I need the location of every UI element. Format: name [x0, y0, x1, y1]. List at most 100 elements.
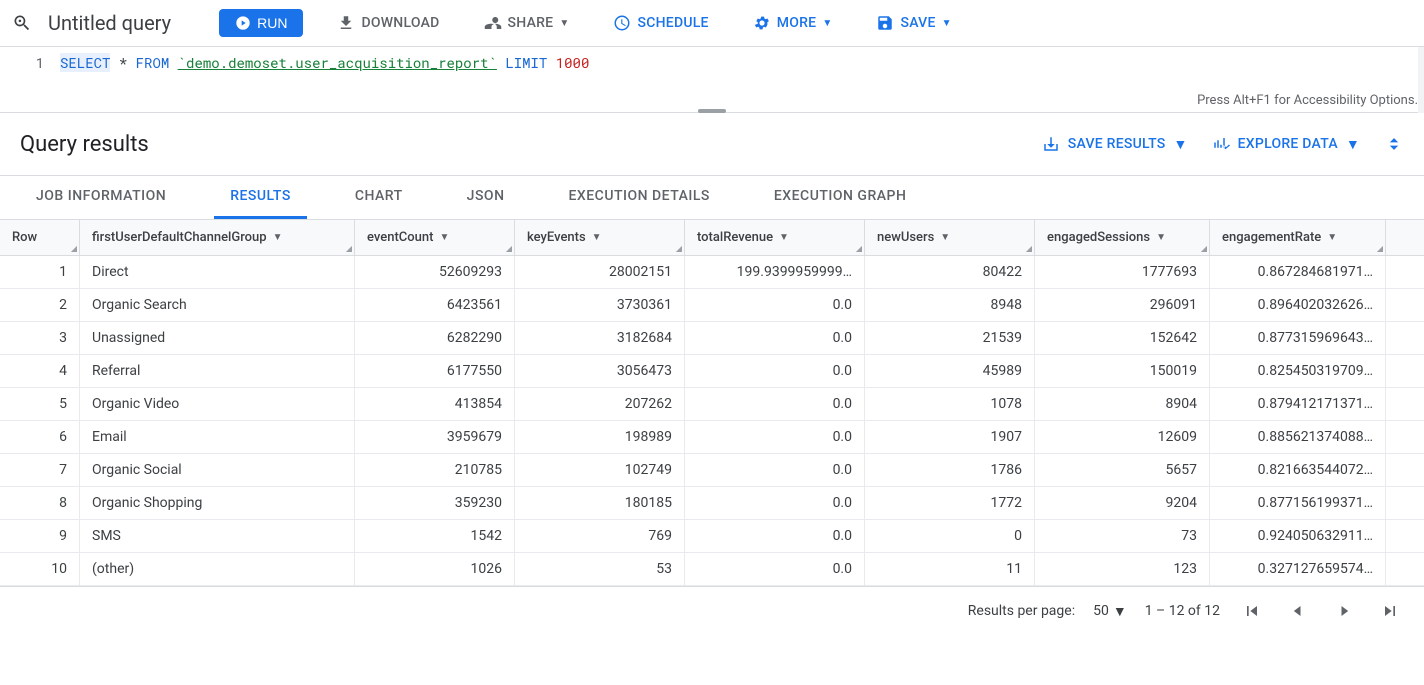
sort-icon: ▼ — [273, 232, 283, 243]
sql-num: 1000 — [556, 53, 590, 72]
cell-eventcount: 1026 — [355, 553, 515, 585]
col-engagedsessions[interactable]: engagedSessions▼◢ — [1035, 220, 1210, 255]
per-page-select[interactable]: 50 ▼ — [1093, 603, 1127, 620]
accessibility-hint: Press Alt+F1 for Accessibility Options. — [1197, 93, 1418, 108]
col-newusers[interactable]: newUsers▼◢ — [865, 220, 1035, 255]
cell-engagedsessions: 12609 — [1035, 421, 1210, 453]
col-row[interactable]: Row◢ — [0, 220, 80, 255]
sort-icon: ▼ — [779, 232, 789, 243]
table-row[interactable]: 1Direct5260929328002151199.9399959999…80… — [0, 256, 1424, 289]
save-results-button[interactable]: SAVE RESULTS ▼ — [1030, 129, 1200, 159]
cell-row: 1 — [0, 256, 80, 288]
table-row[interactable]: 9SMS15427690.00730.924050632911… — [0, 520, 1424, 553]
caret-down-icon: ▼ — [1346, 136, 1360, 153]
table-row[interactable]: 5Organic Video4138542072620.0107889040.8… — [0, 388, 1424, 421]
schedule-label: SCHEDULE — [637, 15, 708, 31]
cell-newusers: 1786 — [865, 454, 1035, 486]
cell-engagedsessions: 8904 — [1035, 388, 1210, 420]
per-page-label: Results per page: — [968, 603, 1075, 619]
cell-totalrevenue: 0.0 — [685, 421, 865, 453]
cell-engagedsessions: 1777693 — [1035, 256, 1210, 288]
download-button[interactable]: DOWNLOAD — [327, 8, 449, 38]
cell-engagementrate: 0.877156199371… — [1210, 487, 1386, 519]
scrollbar[interactable] — [1418, 47, 1424, 113]
next-page-button[interactable] — [1330, 597, 1358, 625]
tab-execution-details[interactable]: EXECUTION DETAILS — [553, 176, 726, 219]
tab-execution-graph[interactable]: EXECUTION GRAPH — [758, 176, 923, 219]
expand-icon[interactable] — [1384, 134, 1404, 154]
cell-keyevents: 207262 — [515, 388, 685, 420]
more-button[interactable]: MORE ▼ — [743, 8, 843, 38]
sort-icon: ▼ — [592, 232, 602, 243]
pager: Results per page: 50 ▼ 1 – 12 of 12 — [0, 586, 1424, 635]
schedule-button[interactable]: SCHEDULE — [603, 8, 718, 38]
results-grid: Row◢ firstUserDefaultChannelGroup▼◢ even… — [0, 220, 1424, 586]
grid-body: 1Direct5260929328002151199.9399959999…80… — [0, 256, 1424, 586]
cell-row: 4 — [0, 355, 80, 387]
cell-totalrevenue: 0.0 — [685, 322, 865, 354]
caret-down-icon: ▼ — [559, 18, 569, 29]
cell-channel: Organic Shopping — [80, 487, 355, 519]
cell-eventcount: 413854 — [355, 388, 515, 420]
first-page-button[interactable] — [1238, 597, 1266, 625]
col-engagementrate[interactable]: engagementRate▼◢ — [1210, 220, 1386, 255]
kw-limit: LIMIT — [505, 53, 547, 72]
cell-eventcount: 6177550 — [355, 355, 515, 387]
more-label: MORE — [777, 15, 817, 31]
query-icon — [12, 13, 32, 33]
prev-page-button[interactable] — [1284, 597, 1312, 625]
cell-eventcount: 1542 — [355, 520, 515, 552]
share-button[interactable]: SHARE ▼ — [474, 8, 580, 38]
grid-header: Row◢ firstUserDefaultChannelGroup▼◢ even… — [0, 220, 1424, 256]
table-row[interactable]: 4Referral617755030564730.0459891500190.8… — [0, 355, 1424, 388]
page-range: 1 – 12 of 12 — [1145, 603, 1220, 619]
sql-editor[interactable]: 1 SELECT * FROM `demo.demoset.user_acqui… — [0, 47, 1424, 113]
col-eventcount[interactable]: eventCount▼◢ — [355, 220, 515, 255]
cell-channel: Organic Social — [80, 454, 355, 486]
cell-row: 2 — [0, 289, 80, 321]
share-label: SHARE — [508, 15, 554, 31]
cell-eventcount: 6423561 — [355, 289, 515, 321]
cell-engagementrate: 0.924050632911… — [1210, 520, 1386, 552]
cell-engagementrate: 0.821663544072… — [1210, 454, 1386, 486]
table-row[interactable]: 3Unassigned628229031826840.0215391526420… — [0, 322, 1424, 355]
tab-json[interactable]: JSON — [451, 176, 521, 219]
last-page-button[interactable] — [1376, 597, 1404, 625]
explore-data-label: EXPLORE DATA — [1238, 136, 1338, 152]
col-totalrevenue[interactable]: totalRevenue▼◢ — [685, 220, 865, 255]
cell-newusers: 1078 — [865, 388, 1035, 420]
cell-totalrevenue: 0.0 — [685, 355, 865, 387]
caret-down-icon: ▼ — [822, 18, 832, 29]
cell-engagedsessions: 9204 — [1035, 487, 1210, 519]
col-keyevents[interactable]: keyEvents▼◢ — [515, 220, 685, 255]
run-button[interactable]: RUN — [219, 9, 303, 37]
sort-icon: ▼ — [1327, 232, 1337, 243]
cell-row: 6 — [0, 421, 80, 453]
tab-results[interactable]: RESULTS — [214, 176, 307, 219]
caret-down-icon: ▼ — [942, 18, 952, 29]
cell-engagementrate: 0.885621374088… — [1210, 421, 1386, 453]
cell-eventcount: 359230 — [355, 487, 515, 519]
table-row[interactable]: 7Organic Social2107851027490.0178656570.… — [0, 454, 1424, 487]
table-row[interactable]: 6Email39596791989890.01907126090.8856213… — [0, 421, 1424, 454]
cell-keyevents: 3730361 — [515, 289, 685, 321]
cell-newusers: 11 — [865, 553, 1035, 585]
cell-engagedsessions: 5657 — [1035, 454, 1210, 486]
cell-totalrevenue: 0.0 — [685, 388, 865, 420]
cell-channel: Unassigned — [80, 322, 355, 354]
table-row[interactable]: 8Organic Shopping3592301801850.017729204… — [0, 487, 1424, 520]
caret-down-icon: ▼ — [1174, 136, 1188, 153]
explore-data-button[interactable]: EXPLORE DATA ▼ — [1200, 129, 1372, 159]
cell-engagedsessions: 152642 — [1035, 322, 1210, 354]
tab-chart[interactable]: CHART — [339, 176, 419, 219]
drag-handle[interactable] — [698, 109, 726, 113]
run-label: RUN — [257, 15, 287, 31]
table-row[interactable]: 2Organic Search642356137303610.089482960… — [0, 289, 1424, 322]
tab-job-information[interactable]: JOB INFORMATION — [20, 176, 182, 219]
col-channel[interactable]: firstUserDefaultChannelGroup▼◢ — [80, 220, 355, 255]
cell-totalrevenue: 0.0 — [685, 520, 865, 552]
cell-keyevents: 180185 — [515, 487, 685, 519]
save-button[interactable]: SAVE ▼ — [866, 8, 961, 38]
table-row[interactable]: 10(other)1026530.0111230.327127659574… — [0, 553, 1424, 586]
save-label: SAVE — [900, 15, 935, 31]
